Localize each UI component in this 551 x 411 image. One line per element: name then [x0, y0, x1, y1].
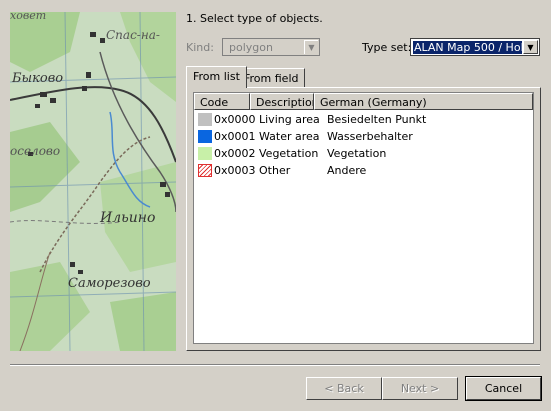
- next-button[interactable]: Next >: [382, 377, 458, 400]
- map-label-khovet: ховет: [10, 12, 46, 22]
- list-header: Code Description German (Germany): [194, 93, 533, 110]
- kind-select[interactable]: polygon ▼: [222, 38, 320, 56]
- color-swatch: [198, 113, 212, 126]
- step-title: 1. Select type of objects.: [186, 12, 323, 25]
- tab-panel-from-list: Code Description German (Germany) 0x0000…: [186, 87, 541, 351]
- map-preview: ховет Спас-на- Быково оселово Ильино Сам…: [10, 12, 176, 351]
- row-code: 0x0000: [214, 113, 256, 126]
- kind-label: Kind:: [186, 41, 214, 54]
- chevron-down-icon: ▼: [304, 40, 318, 54]
- table-row[interactable]: 0x0002 Vegetation Vegetation: [194, 145, 533, 162]
- map-label-ilino: Ильино: [99, 210, 155, 226]
- row-description: Living area: [259, 113, 320, 126]
- color-swatch: [198, 164, 212, 177]
- row-code: 0x0001: [214, 130, 256, 143]
- cancel-button[interactable]: Cancel: [465, 376, 542, 401]
- typeset-select[interactable]: ALAN Map 500 / Holux ▼: [410, 38, 540, 56]
- table-row[interactable]: 0x0001 Water area Wasserbehalter: [194, 128, 533, 145]
- row-german: Vegetation: [327, 147, 387, 160]
- color-swatch: [198, 147, 212, 160]
- row-description: Water area: [259, 130, 320, 143]
- chevron-down-icon[interactable]: ▼: [523, 40, 538, 54]
- row-german: Wasserbehalter: [327, 130, 413, 143]
- tab-from-list[interactable]: From list: [186, 66, 247, 88]
- row-code: 0x0003: [214, 164, 256, 177]
- column-header-german[interactable]: German (Germany): [314, 93, 533, 110]
- tab-from-field[interactable]: From field: [237, 68, 306, 87]
- map-label-oselovo: оселово: [10, 144, 60, 158]
- column-header-code[interactable]: Code: [194, 93, 250, 110]
- column-header-description[interactable]: Description: [250, 93, 314, 110]
- object-type-list[interactable]: Code Description German (Germany) 0x0000…: [193, 92, 534, 344]
- map-label-samorezovo: Саморезово: [68, 276, 151, 291]
- table-row[interactable]: 0x0000 Living area Besiedelten Punkt: [194, 111, 533, 128]
- row-german: Andere: [327, 164, 367, 177]
- row-description: Vegetation: [259, 147, 319, 160]
- row-code: 0x0002: [214, 147, 256, 160]
- typeset-label: Type set:: [362, 41, 412, 54]
- kind-value: polygon: [229, 41, 273, 54]
- map-label-bykovo: Быково: [11, 71, 63, 86]
- row-description: Other: [259, 164, 291, 177]
- back-button[interactable]: < Back: [306, 377, 382, 400]
- color-swatch: [198, 130, 212, 143]
- map-label-spas: Спас-на-: [106, 28, 160, 42]
- typeset-value: ALAN Map 500 / Holux: [413, 41, 522, 54]
- separator: [10, 364, 540, 366]
- table-row[interactable]: 0x0003 Other Andere: [194, 162, 533, 179]
- row-german: Besiedelten Punkt: [327, 113, 427, 126]
